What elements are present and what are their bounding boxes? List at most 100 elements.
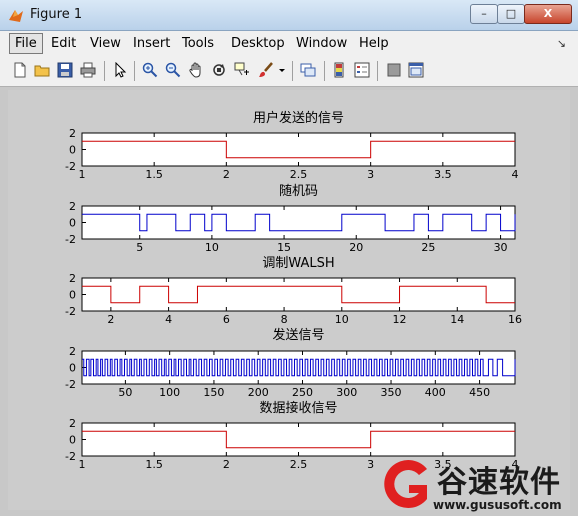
y-tick-label: 2 — [69, 200, 76, 213]
x-tick-label: 3 — [367, 168, 374, 181]
x-tick-label: 25 — [421, 241, 435, 254]
menu-desktop[interactable]: Desktop — [231, 36, 285, 51]
y-tick-label: -2 — [65, 450, 76, 463]
rotate-icon[interactable] — [211, 62, 227, 78]
menu-help[interactable]: Help — [359, 36, 389, 51]
menu-view[interactable]: View — [90, 36, 121, 51]
x-tick-label: 16 — [508, 313, 522, 326]
x-tick-label: 1.5 — [145, 168, 163, 181]
open-icon[interactable] — [34, 62, 50, 78]
y-tick-label: -2 — [65, 378, 76, 391]
menu-tools[interactable]: Tools — [182, 36, 214, 51]
x-tick-label: 14 — [450, 313, 464, 326]
x-tick-label: 1 — [79, 458, 86, 471]
close-button[interactable]: X — [524, 4, 572, 24]
menu-grip-icon[interactable]: ↘ — [557, 37, 566, 50]
y-tick-label: 0 — [69, 289, 76, 302]
toolbar-separator — [104, 61, 105, 81]
watermark-brand: 谷速软件 — [437, 465, 561, 500]
x-tick-label: 50 — [118, 386, 132, 399]
matlab-icon — [9, 10, 23, 22]
menu-edit[interactable]: Edit — [51, 36, 76, 51]
x-tick-label: 350 — [381, 386, 402, 399]
x-tick-label: 20 — [349, 241, 363, 254]
colorbar-icon[interactable] — [332, 62, 348, 78]
y-tick-label: -2 — [65, 305, 76, 318]
brush-icon[interactable] — [258, 62, 274, 78]
x-tick-label: 4 — [512, 168, 519, 181]
subplot-title: 用户发送的信号 — [253, 110, 344, 126]
y-tick-label: -2 — [65, 160, 76, 173]
y-tick-label: 0 — [69, 144, 76, 157]
menu-window[interactable]: Window — [296, 36, 347, 51]
data-cursor-icon[interactable] — [234, 62, 250, 78]
hide-tools-icon[interactable] — [386, 62, 402, 78]
y-tick-label: 2 — [69, 345, 76, 358]
x-tick-label: 10 — [335, 313, 349, 326]
brand-logo-icon — [384, 460, 427, 508]
plot-area — [81, 422, 516, 457]
x-tick-label: 3.5 — [434, 168, 452, 181]
subplot-title: 发送信号 — [272, 327, 324, 343]
x-tick-label: 6 — [223, 313, 230, 326]
figure-window: Figure 1 – □ X File Edit View Insert Too… — [0, 0, 578, 516]
y-tick-label: 2 — [69, 417, 76, 430]
title-bar[interactable]: Figure 1 – □ X — [0, 0, 578, 31]
toolbar-separator — [377, 61, 378, 81]
zoom-out-icon[interactable] — [165, 62, 181, 78]
x-tick-label: 5 — [136, 241, 143, 254]
x-tick-label: 450 — [469, 386, 490, 399]
print-icon[interactable] — [80, 62, 96, 78]
watermark: 谷速软件 www.gususoft.com — [383, 455, 578, 516]
x-tick-label: 300 — [336, 386, 357, 399]
x-tick-label: 2 — [223, 168, 230, 181]
subplot-title: 随机码 — [279, 184, 318, 199]
x-tick-label: 4 — [165, 313, 172, 326]
toolbar — [0, 56, 578, 87]
y-tick-label: 0 — [69, 362, 76, 375]
x-tick-label: 2 — [107, 313, 114, 326]
x-tick-label: 8 — [281, 313, 288, 326]
x-tick-label: 15 — [277, 241, 291, 254]
y-tick-label: 2 — [69, 272, 76, 285]
x-tick-label: 250 — [292, 386, 313, 399]
zoom-in-icon[interactable] — [142, 62, 158, 78]
x-tick-label: 100 — [159, 386, 180, 399]
toolbar-separator — [292, 61, 293, 81]
new-figure-icon[interactable] — [12, 62, 28, 78]
menu-insert[interactable]: Insert — [133, 36, 170, 51]
show-tools-icon[interactable] — [408, 62, 424, 78]
maximize-button[interactable]: □ — [497, 4, 525, 24]
plot-area — [81, 277, 516, 312]
plot-area — [81, 132, 516, 167]
chevron-down-icon[interactable] — [278, 62, 286, 78]
x-tick-label: 1.5 — [145, 458, 163, 471]
x-tick-label: 10 — [205, 241, 219, 254]
y-tick-label: -2 — [65, 233, 76, 246]
watermark-url: www.gususoft.com — [433, 498, 562, 512]
link-icon[interactable] — [300, 62, 316, 78]
x-tick-label: 30 — [494, 241, 508, 254]
x-tick-label: 12 — [393, 313, 407, 326]
x-tick-label: 2.5 — [290, 168, 308, 181]
save-icon[interactable] — [57, 62, 73, 78]
y-tick-label: 0 — [69, 217, 76, 230]
x-tick-label: 2.5 — [290, 458, 308, 471]
y-tick-label: 2 — [69, 127, 76, 140]
pointer-icon[interactable] — [112, 62, 128, 78]
window-title: Figure 1 — [30, 7, 83, 22]
toolbar-separator — [134, 61, 135, 81]
x-tick-label: 1 — [79, 168, 86, 181]
menu-bar: File Edit View Insert Tools Desktop Wind… — [0, 31, 578, 56]
subplot-title: 数据接收信号 — [259, 400, 337, 416]
minimize-button[interactable]: – — [470, 4, 498, 24]
pan-icon[interactable] — [188, 62, 204, 78]
figure-canvas: 用户发送的信号 2 0 -2 1 1.5 2 2.5 3 3.5 4 随机码 2 0 -2 5 10 15 20 25… — [8, 90, 570, 510]
x-tick-label: 150 — [203, 386, 224, 399]
x-tick-label: 200 — [248, 386, 269, 399]
y-tick-label: 0 — [69, 434, 76, 447]
legend-icon[interactable] — [354, 62, 370, 78]
x-tick-label: 400 — [425, 386, 446, 399]
plots-svg: 用户发送的信号20-21 1.5 2 2.5 3 3.5 4随机码20-25 10 15 20 25… — [65, 110, 522, 471]
menu-file[interactable]: File — [9, 33, 43, 54]
